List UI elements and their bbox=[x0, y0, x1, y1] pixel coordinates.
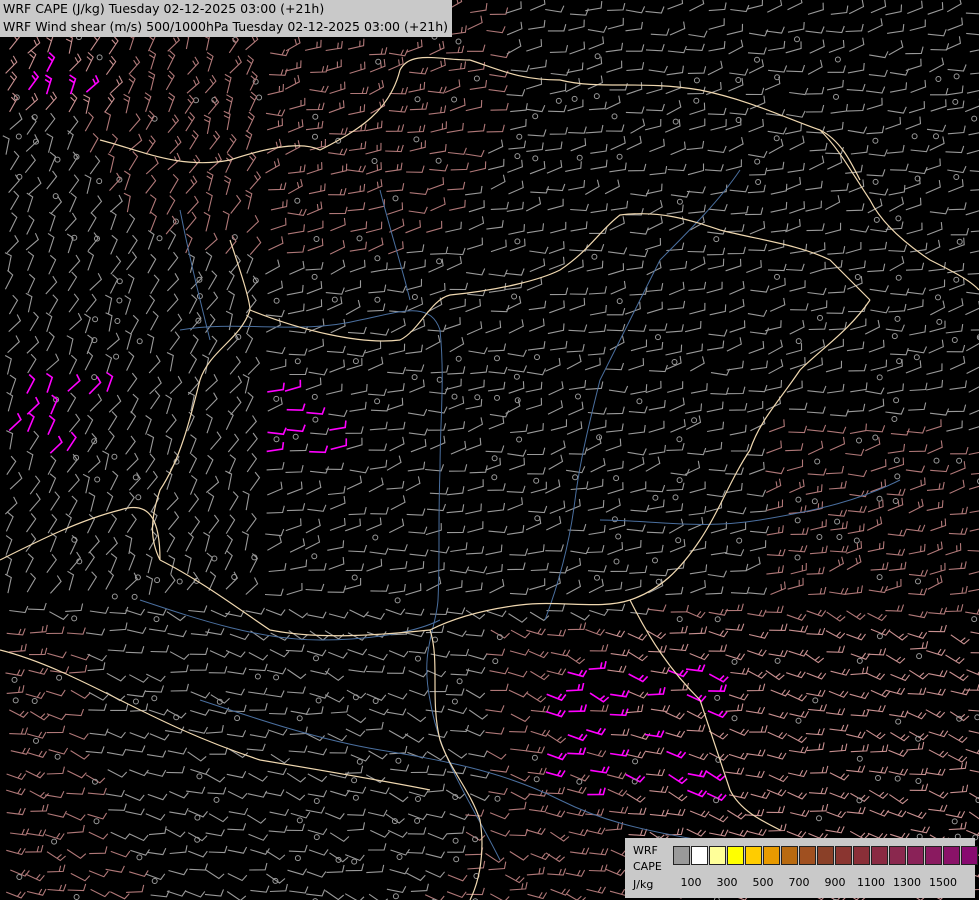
legend-swatch bbox=[961, 846, 978, 865]
legend-swatch bbox=[925, 846, 942, 865]
cape-legend: WRF CAPE J/kg 100 300 500 700 900 1100 1300 150… bbox=[625, 838, 978, 898]
legend-tick-label: 900 bbox=[824, 876, 846, 889]
legend-swatch bbox=[889, 846, 906, 865]
legend-tick-label: 1500 bbox=[929, 876, 957, 889]
legend-swatch bbox=[871, 846, 888, 865]
cape-title: WRF CAPE (J/kg) Tuesday 02-12-2025 03:00… bbox=[3, 1, 325, 16]
wind-shear-map bbox=[0, 0, 979, 900]
legend-swatch bbox=[709, 846, 726, 865]
legend-swatch bbox=[817, 846, 834, 865]
legend-tick-label: 300 bbox=[716, 876, 738, 889]
legend-title-line-1: WRF bbox=[633, 844, 658, 857]
shear-title: WRF Wind shear (m/s) 500/1000hPa Tuesday… bbox=[3, 19, 449, 34]
map-background bbox=[0, 0, 979, 900]
map-title-box: WRF CAPE (J/kg) Tuesday 02-12-2025 03:00… bbox=[0, 0, 453, 37]
legend-swatch bbox=[691, 846, 708, 865]
legend-swatch bbox=[907, 846, 924, 865]
legend-swatch bbox=[781, 846, 798, 865]
legend-tick-label: 700 bbox=[788, 876, 810, 889]
legend-swatch bbox=[745, 846, 762, 865]
legend-tick-label: 1100 bbox=[857, 876, 885, 889]
legend-swatch bbox=[943, 846, 960, 865]
legend-swatch bbox=[853, 846, 870, 865]
legend-swatch bbox=[727, 846, 744, 865]
legend-swatch bbox=[799, 846, 816, 865]
legend-swatch bbox=[763, 846, 780, 865]
legend-tick-label: 100 bbox=[680, 876, 702, 889]
legend-title-line-3: J/kg bbox=[633, 878, 654, 891]
legend-tick-label: 1300 bbox=[893, 876, 921, 889]
legend-title-line-2: CAPE bbox=[633, 860, 662, 873]
legend-swatch bbox=[835, 846, 852, 865]
legend-tick-label: 500 bbox=[752, 876, 774, 889]
legend-swatch bbox=[673, 846, 690, 865]
